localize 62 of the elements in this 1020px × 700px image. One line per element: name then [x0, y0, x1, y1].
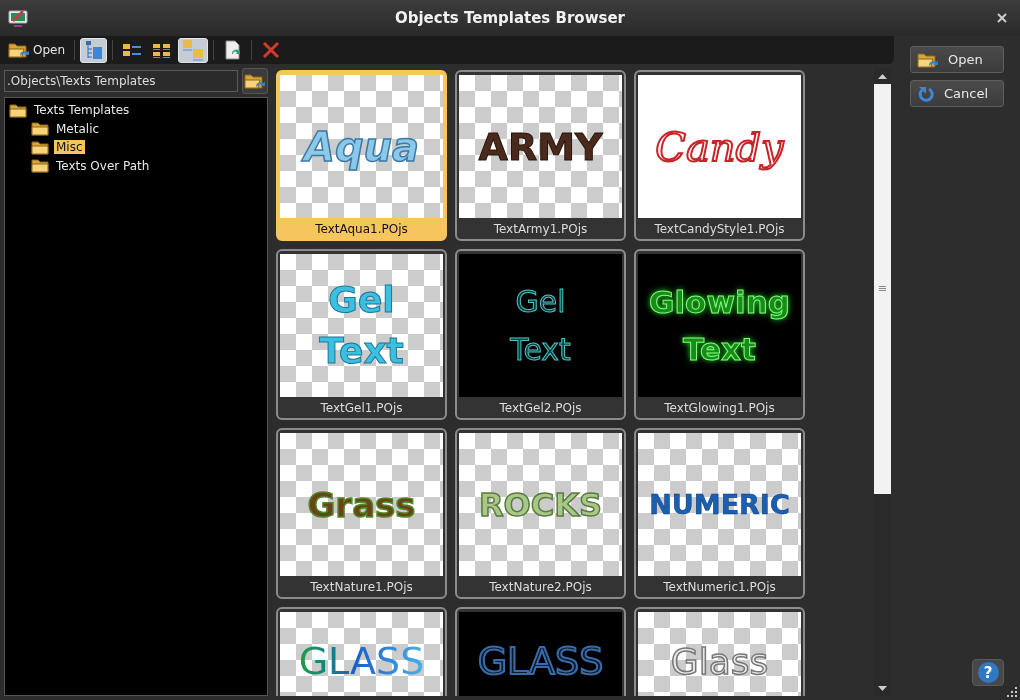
preview-text: GLASS [477, 639, 604, 683]
preview-text: Gel Text [319, 278, 404, 373]
folder-grid-icon [152, 42, 173, 58]
file-name: TextGel1.POjs [320, 401, 403, 415]
app-icon [8, 9, 28, 27]
browse-button[interactable] [242, 68, 268, 94]
file-name: TextArmy1.POjs [493, 222, 588, 236]
preview-text: ROCKS [478, 485, 603, 524]
tree-item[interactable]: Misc [54, 140, 85, 155]
template-tile[interactable]: ROCKS TextNature2.POjs [455, 428, 626, 599]
folder-icon [31, 121, 49, 137]
open-button[interactable]: Open [910, 46, 1004, 73]
template-tile[interactable]: Aqua TextAqua1.POjs [276, 70, 447, 241]
file-name: TextNature1.POjs [310, 580, 413, 594]
delete-icon [261, 41, 280, 59]
preview-text: Candy [655, 123, 784, 170]
tree-item[interactable]: Texts Templates [32, 103, 132, 118]
template-tile[interactable]: ARMY TextArmy1.POjs [455, 70, 626, 241]
file-name: TextGel2.POjs [499, 401, 582, 415]
template-tile[interactable]: Gel Text TextGel2.POjs [455, 249, 626, 420]
resize-grip-icon[interactable] [1006, 686, 1018, 698]
help-button[interactable]: ? [972, 659, 1004, 686]
folder-icon [31, 139, 49, 155]
cancel-button[interactable]: Cancel [910, 80, 1004, 107]
file-name: TextNature2.POjs [489, 580, 592, 594]
template-tile[interactable]: Glowing Text TextGlowing1.POjs [634, 249, 805, 420]
open-button[interactable]: Open [4, 37, 70, 63]
preview-text: Grass [307, 484, 416, 525]
template-tile[interactable]: NUMERIC TextNumeric1.POjs [634, 428, 805, 599]
template-tile[interactable]: Candy TextCandyStyle1.POjs [634, 70, 805, 241]
preview-text: Aqua [303, 123, 420, 170]
preview-text: NUMERIC [649, 489, 790, 520]
folder-icon [31, 158, 49, 174]
scroll-up-icon[interactable] [878, 73, 887, 79]
tree-view-icon [84, 40, 103, 60]
template-tile[interactable]: Grass TextNature1.POjs [276, 428, 447, 599]
open-folder-icon [8, 41, 30, 59]
window-title: Objects Templates Browser [393, 9, 626, 27]
template-tile[interactable]: Gel Text TextGel1.POjs [276, 249, 447, 420]
file-name: TextAqua1.POjs [315, 222, 408, 236]
open-folder-icon [244, 72, 266, 90]
file-name: TextCandyStyle1.POjs [654, 222, 785, 236]
preview-text: Glowing Text [649, 283, 790, 369]
close-icon[interactable] [996, 12, 1008, 24]
toolbar-button[interactable] [178, 37, 209, 63]
list-icon [122, 42, 143, 58]
preview-text: Gel Text [510, 282, 571, 369]
tree-item[interactable]: Metalic [54, 121, 102, 136]
file-name: TextNumeric1.POjs [663, 580, 776, 594]
document-refresh-icon [223, 40, 242, 60]
grip-lines-icon [879, 286, 886, 292]
file-name: TextGlowing1.POjs [664, 401, 775, 415]
tree-item[interactable]: Texts Over Path [54, 158, 152, 173]
toolbar-button[interactable] [80, 37, 108, 63]
undo-icon [917, 84, 935, 103]
folder-icon [9, 102, 27, 118]
preview-text: Glass [670, 640, 769, 682]
open-folder-icon [917, 50, 939, 69]
thumbnails-icon [182, 39, 205, 61]
scroll-down-icon[interactable] [878, 685, 887, 691]
preview-text: ARMY [478, 124, 603, 169]
path-field[interactable]: .Objects\Texts Templates [4, 70, 238, 92]
